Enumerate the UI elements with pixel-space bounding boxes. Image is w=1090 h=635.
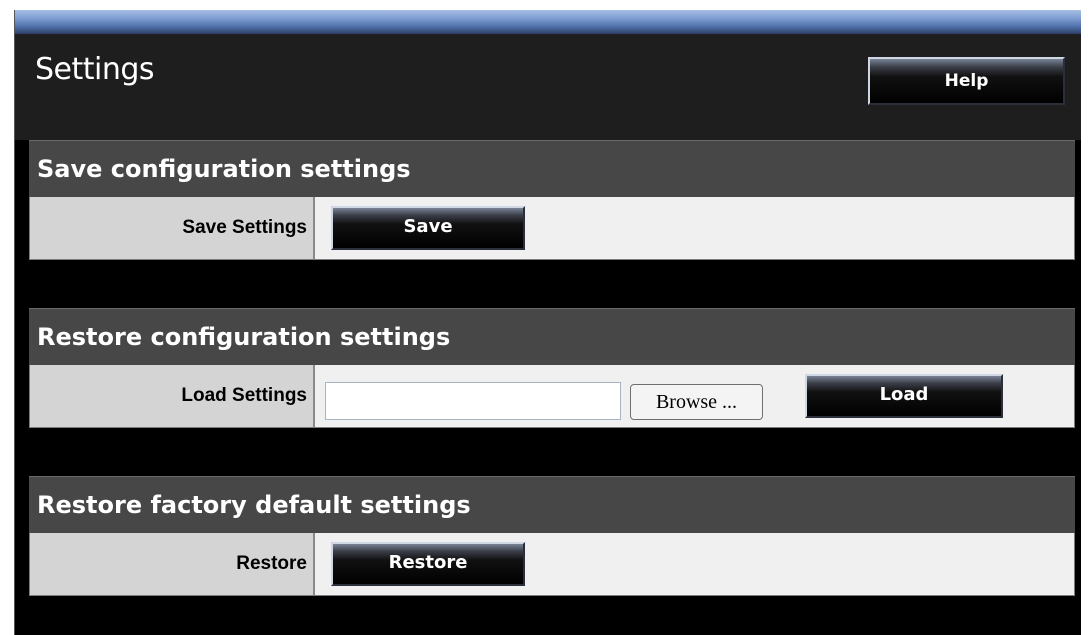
row-label: Save Settings	[30, 197, 315, 259]
restore-button[interactable]: Restore	[331, 542, 525, 586]
restore-row: Restore Restore	[29, 533, 1075, 596]
row-label: Restore	[30, 533, 315, 595]
row-value: Browse ... Load	[315, 365, 1074, 427]
load-settings-row: Load Settings Browse ... Load	[29, 365, 1075, 428]
row-value: Save	[315, 197, 1074, 259]
top-accent-bar	[15, 10, 1081, 34]
restore-config-section: Restore configuration settings Load Sett…	[29, 308, 1075, 428]
save-settings-row: Save Settings Save	[29, 197, 1075, 260]
row-value: Restore	[315, 533, 1074, 595]
row-label: Load Settings	[30, 365, 315, 427]
section-heading: Restore configuration settings	[29, 308, 1075, 365]
section-heading: Save configuration settings	[29, 140, 1075, 197]
factory-default-section: Restore factory default settings Restore…	[29, 476, 1075, 596]
file-path-input[interactable]	[325, 382, 621, 420]
help-button[interactable]: Help	[868, 57, 1065, 105]
save-button[interactable]: Save	[331, 206, 525, 250]
page-title: Settings	[35, 52, 155, 87]
save-config-section: Save configuration settings Save Setting…	[29, 140, 1075, 260]
load-button[interactable]: Load	[805, 374, 1003, 418]
browse-button[interactable]: Browse ...	[630, 384, 763, 420]
section-heading: Restore factory default settings	[29, 476, 1075, 533]
settings-panel: Settings Help Save configuration setting…	[14, 10, 1081, 635]
page-frame: Settings Help Save configuration setting…	[0, 0, 1090, 635]
